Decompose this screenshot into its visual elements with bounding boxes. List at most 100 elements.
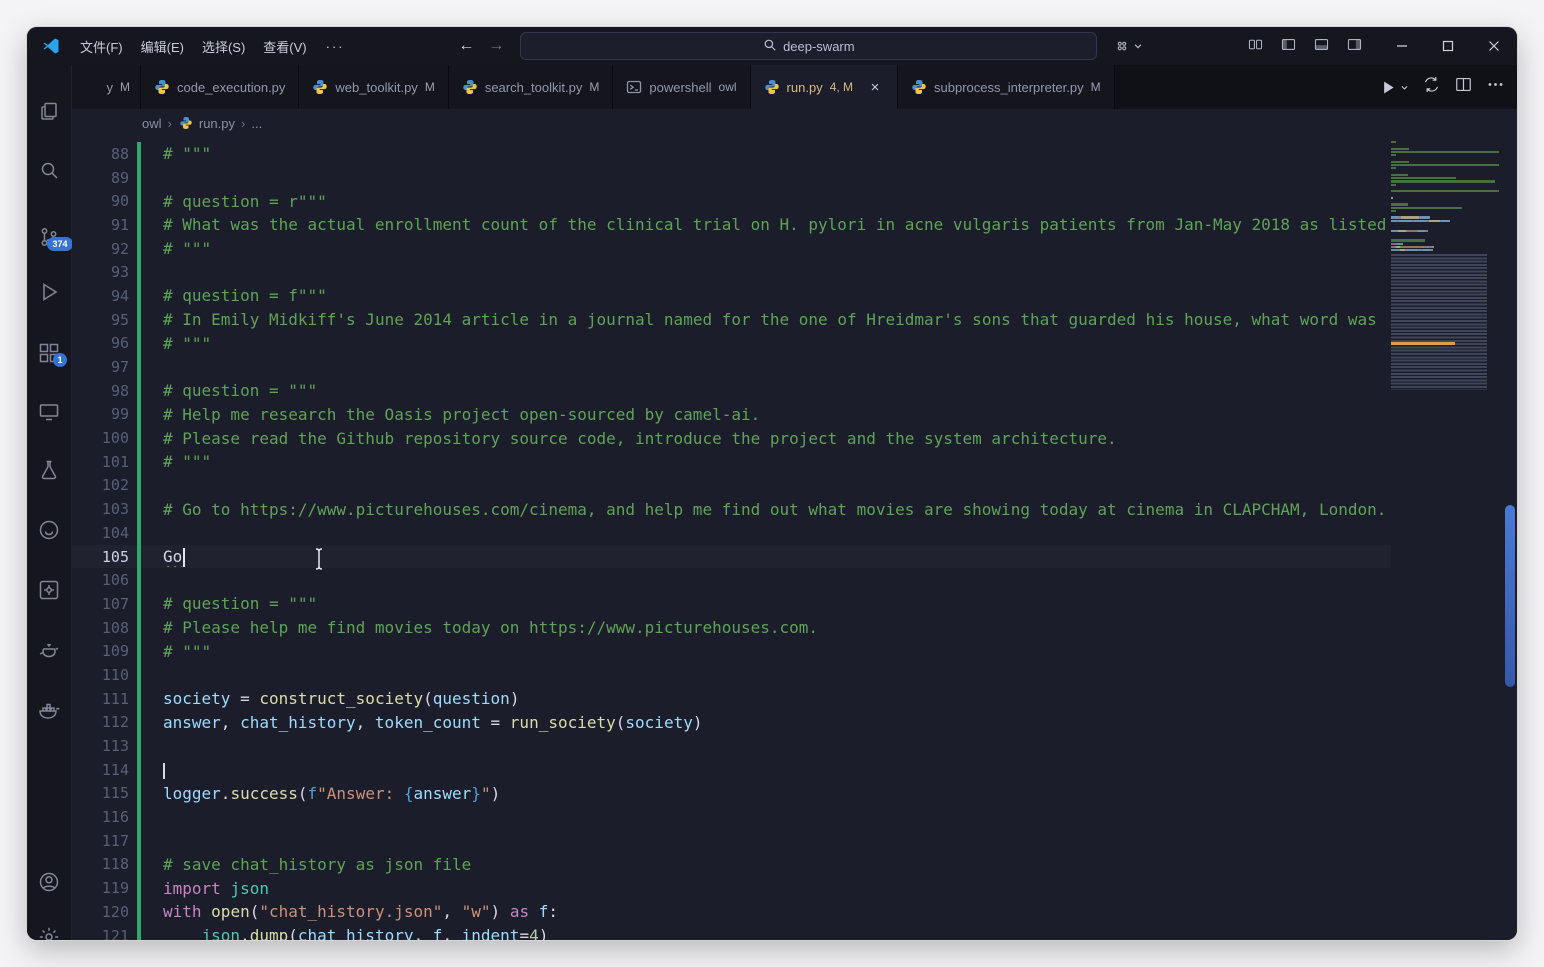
code-line-119[interactable]: 119import json	[72, 876, 1391, 900]
gutter-modified-marker	[137, 687, 141, 711]
search-sidebar-icon[interactable]	[37, 158, 61, 182]
settings-gear-icon[interactable]	[37, 925, 61, 940]
minimap[interactable]	[1391, 137, 1503, 940]
menu-overflow-button[interactable]: ···	[316, 35, 355, 58]
more-actions-icon[interactable]	[1486, 75, 1505, 99]
toggle-secondary-sidebar-icon[interactable]	[1346, 36, 1363, 56]
gutter-modified-marker	[137, 711, 141, 735]
menu-item-2[interactable]: 选择(S)	[193, 33, 254, 60]
open-changes-icon[interactable]	[1422, 75, 1441, 99]
code-line-115[interactable]: 115logger.success(f"Answer: {answer}")	[72, 782, 1391, 806]
gutter-modified-marker	[137, 876, 141, 900]
gutter-modified-marker	[137, 189, 141, 213]
code-line-121[interactable]: 121 json.dump(chat_history, f, indent=4)	[72, 924, 1391, 940]
navigate-back-icon[interactable]: ←	[458, 37, 474, 55]
code-line-109[interactable]: 109# """	[72, 639, 1391, 663]
line-number: 104	[72, 524, 129, 542]
gutter-modified-marker	[137, 284, 141, 308]
tab-web_toolkit.py[interactable]: web_toolkit.pyM	[299, 65, 448, 109]
tab-y[interactable]: yM	[72, 65, 141, 109]
code-line-103[interactable]: 103# Go to https://www.picturehouses.com…	[72, 497, 1391, 521]
menu-item-0[interactable]: 文件(F)	[71, 33, 132, 60]
tab-badge: M	[120, 80, 130, 94]
code-line-92[interactable]: 92# """	[72, 237, 1391, 261]
run-python-file-button[interactable]	[1379, 78, 1409, 97]
run-debug-icon[interactable]	[37, 280, 61, 304]
code-line-90[interactable]: 90# question = r"""	[72, 189, 1391, 213]
profile-switcher-button[interactable]	[1113, 37, 1143, 55]
code-line-99[interactable]: 99# Help me research the Oasis project o…	[72, 403, 1391, 427]
gutter-modified-marker	[137, 521, 141, 545]
code-line-93[interactable]: 93	[72, 260, 1391, 284]
code-line-107[interactable]: 107# question = """	[72, 592, 1391, 616]
code-line-114[interactable]: 114	[72, 758, 1391, 782]
code-line-94[interactable]: 94# question = f"""	[72, 284, 1391, 308]
breadcrumb-item-1[interactable]: run.py	[178, 115, 235, 131]
minimize-button[interactable]	[1379, 27, 1425, 65]
code-line-110[interactable]: 110	[72, 663, 1391, 687]
code-line-95[interactable]: 95# In Emily Midkiff's June 2014 article…	[72, 308, 1391, 332]
toggle-sidebar-icon[interactable]	[1280, 36, 1297, 56]
customize-layout-icon[interactable]	[1247, 36, 1264, 56]
line-number: 95	[72, 311, 129, 329]
gutter-modified-marker	[137, 426, 141, 450]
testing-icon[interactable]	[37, 458, 61, 482]
code-line-96[interactable]: 96 # """	[72, 332, 1391, 356]
github-icon[interactable]	[37, 518, 61, 542]
code-line-89[interactable]: 89	[72, 166, 1391, 190]
code-line-100[interactable]: 100# Please read the Github repository s…	[72, 426, 1391, 450]
command-center-search[interactable]: deep-swarm	[520, 32, 1097, 60]
line-text: # """	[163, 334, 1391, 353]
line-number: 94	[72, 287, 129, 305]
code-area[interactable]: 88 # """ 8990# question = r"""91# What was…	[72, 137, 1391, 940]
breadcrumb-item-2[interactable]: ...	[251, 116, 262, 131]
explorer-icon[interactable]	[37, 100, 61, 124]
code-line-91[interactable]: 91# What was the actual enrollment count…	[72, 213, 1391, 237]
code-line-98[interactable]: 98# question = """	[72, 379, 1391, 403]
code-line-105[interactable]: 105Go	[72, 545, 1391, 569]
line-text: # """	[163, 144, 1391, 163]
line-number: 88	[72, 145, 129, 163]
line-number: 91	[72, 216, 129, 234]
menu-item-1[interactable]: 编辑(E)	[132, 33, 193, 60]
scrollbar-thumb[interactable]	[1505, 505, 1515, 687]
code-line-117[interactable]: 117	[72, 829, 1391, 853]
code-line-116[interactable]: 116	[72, 805, 1391, 829]
tab-search_toolkit.py[interactable]: search_toolkit.pyM	[449, 65, 614, 109]
tab-code_execution.py[interactable]: code_execution.py	[141, 65, 299, 109]
docker-icon[interactable]	[37, 698, 61, 722]
breadcrumb-item-0[interactable]: owl	[142, 116, 162, 131]
account-icon[interactable]	[37, 870, 61, 894]
code-line-108[interactable]: 108# Please help me find movies today on…	[72, 616, 1391, 640]
gutter-modified-marker	[137, 213, 141, 237]
code-line-102[interactable]: 102	[72, 474, 1391, 498]
tab-powershell[interactable]: powershellowl	[613, 65, 750, 109]
code-line-97[interactable]: 97	[72, 355, 1391, 379]
line-number: 97	[72, 358, 129, 376]
source-control-badge: 374	[47, 237, 73, 251]
remote-explorer-icon[interactable]	[37, 400, 61, 424]
close-tab-icon[interactable]: ×	[866, 78, 884, 96]
tab-run.py[interactable]: run.py4, M×	[751, 65, 898, 109]
code-line-113[interactable]: 113	[72, 734, 1391, 758]
navigate-forward-icon[interactable]: →	[488, 37, 504, 55]
code-line-111[interactable]: 111society = construct_society(question)	[72, 687, 1391, 711]
tab-subprocess_interpreter.py[interactable]: subprocess_interpreter.pyM	[898, 65, 1115, 109]
line-number: 96	[72, 334, 129, 352]
code-line-106[interactable]: 106	[72, 568, 1391, 592]
split-editor-icon[interactable]	[1454, 75, 1473, 99]
maximize-button[interactable]	[1425, 27, 1471, 65]
code-editor[interactable]: 88 # """ 8990# question = r"""91# What was…	[72, 137, 1517, 940]
vscode-window: 文件(F)编辑(E)选择(S)查看(V) ··· ← → deep-swarm	[27, 27, 1517, 940]
menu-item-3[interactable]: 查看(V)	[254, 33, 315, 60]
code-line-88[interactable]: 88 # """	[72, 142, 1391, 166]
toggle-panel-icon[interactable]	[1313, 36, 1330, 56]
code-line-112[interactable]: 112answer, chat_history, token_count = r…	[72, 711, 1391, 735]
close-button[interactable]	[1471, 27, 1517, 65]
magic-lamp-icon[interactable]	[37, 638, 61, 662]
code-line-101[interactable]: 101# """	[72, 450, 1391, 474]
code-line-104[interactable]: 104	[72, 521, 1391, 545]
api-tools-icon[interactable]	[37, 578, 61, 602]
code-line-118[interactable]: 118# save chat_history as json file	[72, 853, 1391, 877]
code-line-120[interactable]: 120with open("chat_history.json", "w") a…	[72, 900, 1391, 924]
